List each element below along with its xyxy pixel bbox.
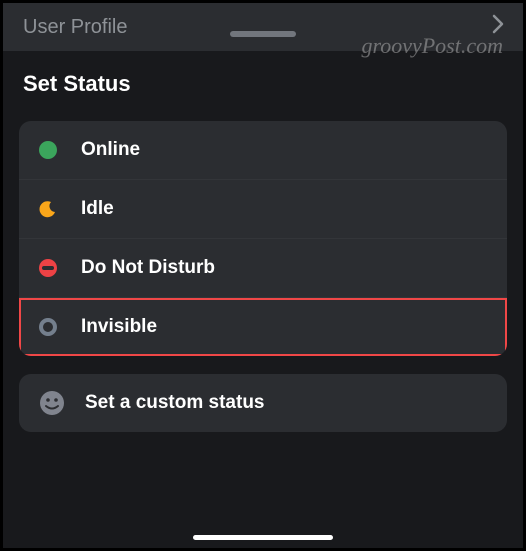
header-back-label: User Profile — [23, 16, 127, 39]
emoji-icon — [39, 390, 65, 416]
status-option-online[interactable]: Online — [19, 121, 507, 180]
sheet-drag-handle[interactable] — [230, 31, 296, 37]
status-label: Idle — [81, 198, 114, 220]
status-label: Online — [81, 139, 140, 161]
status-list: Online Idle Do Not Disturb Invisible — [19, 121, 507, 356]
dnd-icon — [39, 259, 57, 277]
chevron-right-icon — [491, 14, 505, 40]
status-label: Do Not Disturb — [81, 257, 215, 279]
invisible-icon — [39, 318, 57, 336]
home-indicator[interactable] — [193, 535, 333, 540]
status-option-dnd[interactable]: Do Not Disturb — [19, 239, 507, 298]
status-option-invisible[interactable]: Invisible — [19, 298, 507, 356]
status-option-idle[interactable]: Idle — [19, 180, 507, 239]
online-icon — [39, 141, 57, 159]
user-profile-header[interactable]: User Profile — [3, 3, 523, 51]
idle-icon — [39, 200, 57, 218]
custom-status-label: Set a custom status — [85, 392, 265, 414]
status-label: Invisible — [81, 316, 157, 338]
set-custom-status-button[interactable]: Set a custom status — [19, 374, 507, 432]
section-title: Set Status — [3, 51, 523, 121]
